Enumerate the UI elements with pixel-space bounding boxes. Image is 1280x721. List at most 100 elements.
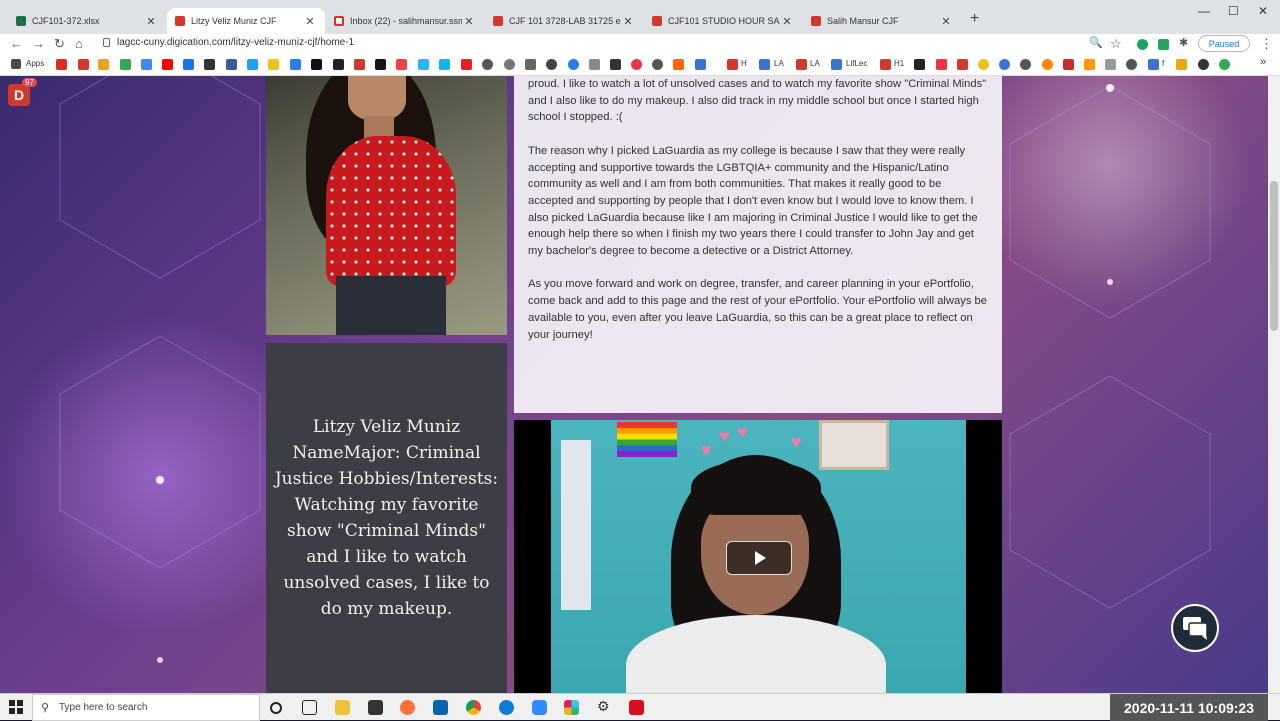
close-icon[interactable]: ✕ — [621, 15, 635, 28]
home-icon[interactable]: ⌂ — [75, 36, 83, 51]
bookmark-icon[interactable] — [568, 59, 579, 70]
bookmark-icon[interactable] — [141, 59, 152, 70]
bookmark-icon[interactable] — [226, 59, 237, 70]
bookmark-icon[interactable] — [1063, 59, 1074, 70]
bookmark-icon[interactable] — [439, 59, 450, 70]
close-icon[interactable]: ✕ — [462, 15, 476, 28]
bookmark-label[interactable]: H1 — [894, 59, 904, 68]
bookmark-icon[interactable] — [396, 59, 407, 70]
tab-studio-hour[interactable]: CJF101 STUDIO HOUR SALIH M ✕ — [644, 8, 802, 34]
firefox-icon[interactable] — [400, 700, 415, 715]
bookmark-icon[interactable] — [311, 59, 322, 70]
bookmark-icon[interactable] — [589, 59, 600, 70]
window-close-icon[interactable]: ✕ — [1258, 4, 1268, 18]
bookmark-icon[interactable] — [673, 59, 684, 70]
close-icon[interactable]: ✕ — [303, 15, 317, 28]
notification-badge[interactable]: 97 — [22, 78, 37, 87]
bookmark-label[interactable]: H — [741, 59, 747, 68]
bookmark-icon[interactable] — [546, 59, 557, 70]
bookmark-icon[interactable] — [78, 59, 89, 70]
bookmark-icon[interactable] — [1148, 59, 1159, 70]
tab-gmail[interactable]: Inbox (22) - salihmansur.ssm@g ✕ — [326, 8, 484, 34]
more-bookmarks-icon[interactable]: » — [1260, 56, 1266, 68]
bookmark-icon[interactable] — [98, 59, 109, 70]
bookmark-icon[interactable] — [1126, 59, 1137, 70]
bookmark-icon[interactable] — [1042, 59, 1053, 70]
url-field[interactable]: lagcc-cuny.digication.com/litzy-veliz-mu… — [117, 37, 354, 48]
bookmark-amazon-icon[interactable] — [1084, 59, 1095, 70]
bookmark-label[interactable]: LA — [774, 59, 784, 68]
bookmark-gmail-icon[interactable] — [56, 59, 67, 70]
bookmark-icon[interactable] — [504, 59, 515, 70]
reload-icon[interactable]: ↻ — [54, 36, 65, 52]
bookmark-label[interactable]: f — [1162, 59, 1164, 68]
bookmark-icon[interactable] — [1105, 59, 1116, 70]
bookmark-icon[interactable] — [1020, 59, 1031, 70]
bookmark-icon[interactable] — [482, 59, 493, 70]
bookmark-icon[interactable] — [354, 59, 365, 70]
bookmark-icon[interactable] — [759, 59, 770, 70]
forward-icon[interactable]: → — [32, 36, 45, 51]
chat-button[interactable] — [1171, 604, 1219, 652]
bookmark-github-icon[interactable] — [375, 59, 386, 70]
bookmark-icon[interactable] — [1176, 59, 1187, 70]
maximize-icon[interactable]: ☐ — [1228, 4, 1239, 18]
bookmark-label[interactable]: LifLec — [846, 59, 867, 68]
apps-label[interactable]: Apps — [26, 59, 44, 68]
profile-paused-button[interactable]: Paused — [1198, 35, 1250, 52]
bookmark-icon[interactable] — [914, 59, 925, 70]
extension-icon[interactable] — [1158, 39, 1169, 50]
close-icon[interactable]: ✕ — [780, 15, 794, 28]
mail-icon[interactable] — [433, 700, 448, 715]
menu-icon[interactable]: ⋮ — [1260, 36, 1273, 52]
slack-icon[interactable] — [564, 700, 579, 715]
zoom-icon[interactable]: 🔍 — [1089, 36, 1103, 49]
new-tab-button[interactable]: + — [970, 10, 979, 28]
bookmark-icon[interactable] — [525, 59, 536, 70]
windows-start-icon[interactable] — [9, 700, 23, 714]
bookmark-icon[interactable] — [936, 59, 947, 70]
bookmark-icon[interactable] — [727, 59, 738, 70]
scrollbar-thumb[interactable] — [1270, 181, 1278, 331]
grammarly-icon[interactable] — [1137, 39, 1148, 50]
file-explorer-icon[interactable] — [335, 700, 350, 715]
puzzle-icon[interactable]: ✱ — [1179, 36, 1188, 49]
bookmark-drive-icon[interactable] — [120, 59, 131, 70]
page-scrollbar[interactable] — [1268, 76, 1280, 693]
back-icon[interactable]: ← — [10, 36, 23, 51]
acrobat-icon[interactable] — [629, 700, 644, 715]
bookmark-icon[interactable] — [652, 59, 663, 70]
close-icon[interactable]: ✕ — [144, 15, 158, 28]
bookmark-youtube-icon[interactable] — [162, 59, 173, 70]
bookmark-icon[interactable] — [290, 59, 301, 70]
bookmark-icon[interactable] — [978, 59, 989, 70]
tab-litzy[interactable]: Litzy Veliz Muniz CJF ✕ — [167, 8, 325, 34]
settings-gear-icon[interactable]: ⚙ — [597, 698, 612, 714]
bookmark-icon[interactable] — [631, 59, 642, 70]
bookmark-icon[interactable] — [247, 59, 258, 70]
taskbar-search-input[interactable]: ⚲ Type here to search — [32, 694, 260, 721]
bookmark-icon[interactable] — [1198, 59, 1209, 70]
bookmark-icon[interactable] — [831, 59, 842, 70]
tab-portfolio[interactable]: CJF 101 3728-LAB 31725 e Portfo ✕ — [485, 8, 643, 34]
bookmark-icon[interactable] — [418, 59, 429, 70]
store-icon[interactable] — [368, 700, 383, 715]
edge-icon[interactable] — [499, 700, 514, 715]
bookmark-icon[interactable] — [610, 59, 621, 70]
bookmark-icon[interactable] — [880, 59, 891, 70]
tab-salih[interactable]: Salih Mansur CJF ✕ — [803, 8, 961, 34]
apps-icon[interactable] — [11, 59, 21, 69]
bookmark-icon[interactable] — [796, 59, 807, 70]
minimize-icon[interactable]: — — [1198, 4, 1210, 18]
play-button[interactable] — [726, 541, 792, 575]
task-view-icon[interactable] — [302, 700, 317, 715]
bookmark-icon[interactable] — [1219, 59, 1230, 70]
cortana-icon[interactable] — [270, 702, 282, 714]
bookmark-icon[interactable] — [695, 59, 706, 70]
bookmark-icon[interactable] — [999, 59, 1010, 70]
tab-excel[interactable]: CJF101-372.xlsx ✕ — [8, 8, 166, 34]
bookmark-icon[interactable] — [957, 59, 968, 70]
close-icon[interactable]: ✕ — [939, 15, 953, 28]
video-player[interactable]: ♥ ♥ ♥ ♥ — [514, 420, 1002, 693]
bookmark-icon[interactable] — [183, 59, 194, 70]
